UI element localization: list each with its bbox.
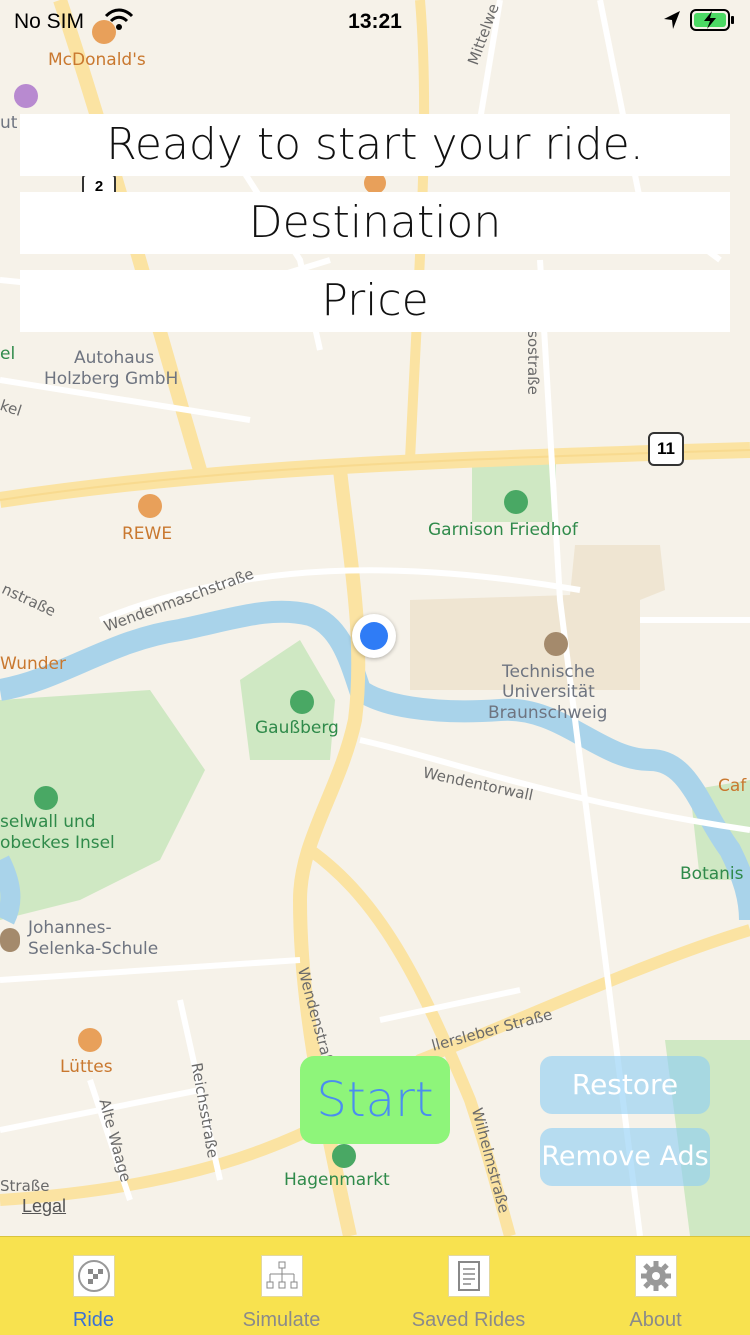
tab-simulate[interactable]: Simulate bbox=[188, 1237, 375, 1335]
tab-bar: Ride Simulate Saved Rides About bbox=[0, 1236, 750, 1335]
map-label-johannes-2: Selenka-Schule bbox=[28, 939, 159, 959]
tab-about-label: About bbox=[629, 1309, 682, 1331]
map-label-tu-3: Braunschweig bbox=[488, 703, 608, 723]
map-label-inselwall-1: selwall und bbox=[0, 812, 96, 832]
park-poi-icon[interactable] bbox=[290, 690, 314, 714]
bar-poi-icon[interactable] bbox=[14, 84, 38, 108]
legal-link[interactable]: Legal bbox=[22, 1196, 66, 1217]
map-label-hagenmarkt: Hagenmarkt bbox=[284, 1170, 390, 1190]
tab-saved-rides-label: Saved Rides bbox=[411, 1309, 526, 1331]
price-banner: Price bbox=[20, 270, 730, 332]
map-label-luettes: Lüttes bbox=[60, 1057, 113, 1077]
map-label-botanis: Botanis bbox=[680, 864, 744, 884]
ride-status-banner: Ready to start your ride. bbox=[20, 114, 730, 176]
map-label-el: el bbox=[0, 344, 16, 364]
cemetery-poi-icon[interactable] bbox=[504, 490, 528, 514]
map-label-ut: ut bbox=[0, 113, 18, 133]
map-label-johannes-1: Johannes- bbox=[28, 918, 112, 938]
park-poi-icon[interactable] bbox=[34, 786, 58, 810]
map-label-gaussberg: Gaußberg bbox=[255, 718, 339, 738]
map-label-rewe: REWE bbox=[122, 524, 173, 544]
map-label-inselwall-2: obeckes Insel bbox=[0, 833, 115, 853]
tab-saved-rides[interactable]: Saved Rides bbox=[375, 1237, 562, 1335]
school-poi-icon[interactable] bbox=[0, 928, 20, 952]
map-view[interactable]: McDonald's ut Autohaus Holzberg GmbH el … bbox=[0, 0, 750, 1238]
battery-charging-icon bbox=[690, 8, 736, 38]
document-icon bbox=[448, 1255, 490, 1297]
park-poi-icon[interactable] bbox=[332, 1144, 356, 1168]
tab-about[interactable]: About bbox=[562, 1237, 749, 1335]
remove-ads-button[interactable]: Remove Ads bbox=[540, 1128, 710, 1186]
gear-icon bbox=[635, 1255, 677, 1297]
map-label-tu-1: Technische bbox=[502, 662, 596, 682]
route-shield-11: 11 bbox=[648, 432, 684, 466]
tab-ride-label: Ride bbox=[72, 1309, 115, 1331]
location-arrow-icon bbox=[662, 9, 682, 37]
map-label-holzberg: Holzberg GmbH bbox=[44, 369, 179, 389]
map-label-strasse: Straße bbox=[0, 1177, 50, 1195]
restore-button[interactable]: Restore bbox=[540, 1056, 710, 1114]
clock: 13:21 bbox=[348, 10, 402, 33]
destination-banner: Destination bbox=[20, 192, 730, 254]
map-label-mcdonalds: McDonald's bbox=[48, 50, 146, 70]
shopping-cart-poi-icon[interactable] bbox=[138, 494, 162, 518]
tab-ride[interactable]: Ride bbox=[0, 1237, 187, 1335]
map-label-wunder: Wunder bbox=[0, 654, 66, 674]
map-label-cafe: Caf bbox=[718, 776, 747, 796]
tab-simulate-label: Simulate bbox=[242, 1309, 321, 1331]
status-bar: No SIM 13:21 bbox=[0, 0, 750, 40]
restaurant-poi-icon[interactable] bbox=[78, 1028, 102, 1052]
hierarchy-icon bbox=[261, 1255, 303, 1297]
university-poi-icon[interactable] bbox=[544, 632, 568, 656]
user-location-marker bbox=[352, 614, 396, 658]
map-label-autohaus: Autohaus bbox=[74, 348, 155, 368]
location-dot-icon bbox=[360, 622, 388, 650]
start-button[interactable]: Start bbox=[300, 1056, 450, 1144]
map-label-sostrasse: sostraße bbox=[523, 330, 542, 395]
map-label-tu-2: Universität bbox=[502, 682, 595, 702]
map-label-garnison-friedhof: Garnison Friedhof bbox=[428, 520, 578, 540]
checkered-flag-icon bbox=[73, 1255, 115, 1297]
